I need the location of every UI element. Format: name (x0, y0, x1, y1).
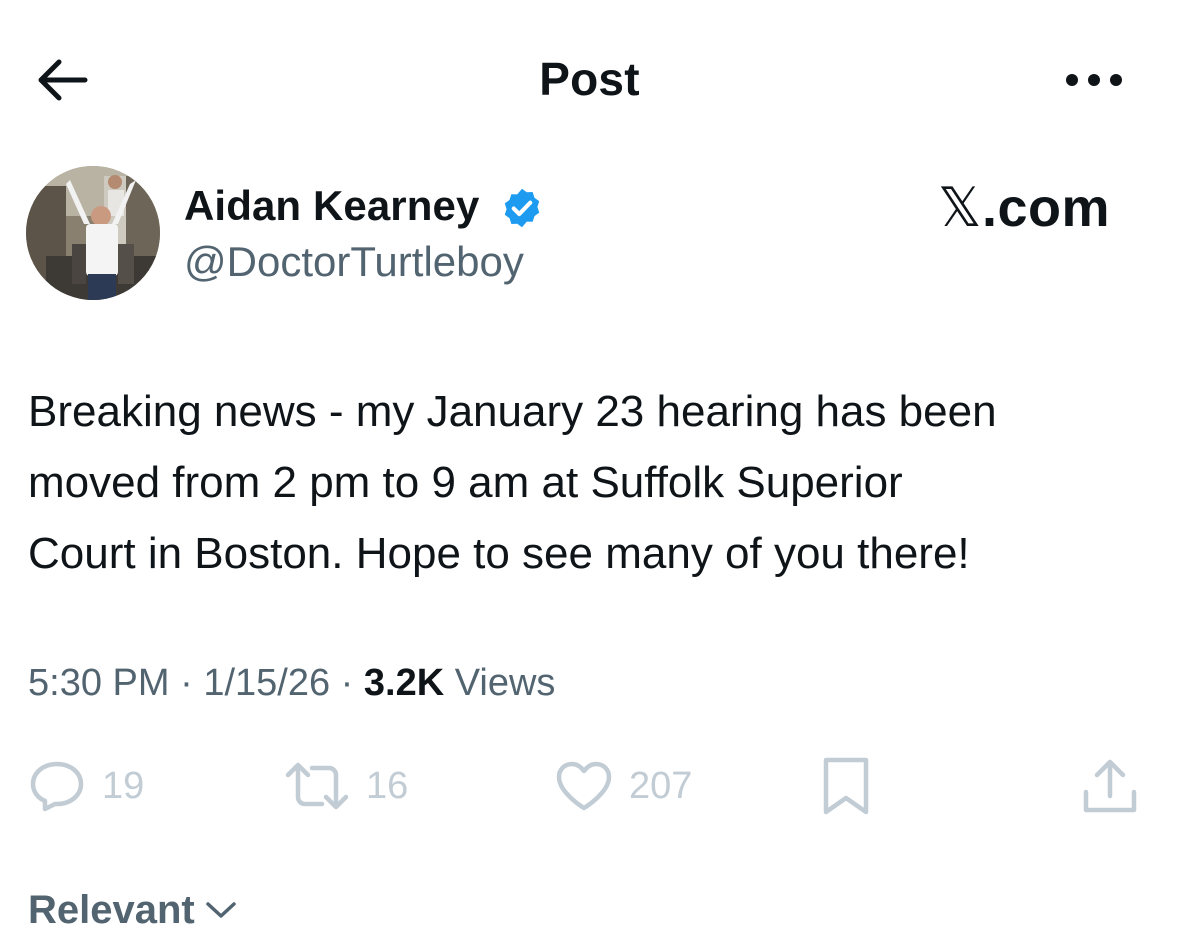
post-text-line: moved from 2 pm to 9 am at Suffolk Super… (28, 458, 903, 507)
post-time[interactable]: 5:30 PM (28, 662, 170, 704)
reply-count: 19 (102, 764, 145, 807)
meta-separator: · (180, 662, 193, 704)
repost-button[interactable]: 16 (284, 754, 408, 818)
post-text: Breaking news - my January 23 hearing ha… (28, 376, 1158, 589)
author-handle[interactable]: @DoctorTurtleboy (184, 238, 524, 286)
views-count: 3.2K (363, 662, 445, 704)
chevron-down-icon (206, 902, 236, 918)
bookmark-icon (823, 757, 869, 815)
avatar[interactable] (26, 166, 160, 300)
avatar-photo (26, 166, 160, 300)
meta-separator: · (340, 662, 354, 704)
reply-button[interactable]: 19 (28, 754, 144, 818)
watermark-text: .com (982, 178, 1111, 238)
post-date[interactable]: 1/15/26 (203, 662, 330, 704)
verified-badge-icon (500, 186, 544, 230)
page-title: Post (539, 53, 640, 105)
post-text-line: Breaking news - my January 23 hearing ha… (28, 387, 997, 436)
reply-sort-dropdown[interactable]: Relevant (28, 882, 237, 938)
reply-icon (30, 761, 84, 812)
heart-icon (556, 761, 612, 811)
post-meta: 5:30 PM · 1/15/26 · 3.2K Views (28, 662, 555, 705)
more-options-button[interactable] (1058, 58, 1130, 102)
share-button[interactable] (1080, 754, 1140, 818)
more-horizontal-icon (1066, 74, 1122, 86)
sort-label: Relevant (28, 887, 195, 932)
like-button[interactable]: 207 (555, 754, 692, 818)
xcom-watermark: 𝕏.com (938, 176, 1110, 239)
views-label: Views (454, 662, 556, 704)
x-logo-icon: 𝕏 (938, 176, 983, 239)
share-icon (1083, 759, 1137, 813)
repost-icon (285, 762, 349, 810)
repost-count: 16 (366, 764, 409, 807)
like-count: 207 (629, 764, 693, 807)
bookmark-button[interactable] (818, 754, 874, 818)
post-text-line: Court in Boston. Hope to see many of you… (28, 529, 970, 578)
author-display-name[interactable]: Aidan Kearney (184, 182, 479, 230)
